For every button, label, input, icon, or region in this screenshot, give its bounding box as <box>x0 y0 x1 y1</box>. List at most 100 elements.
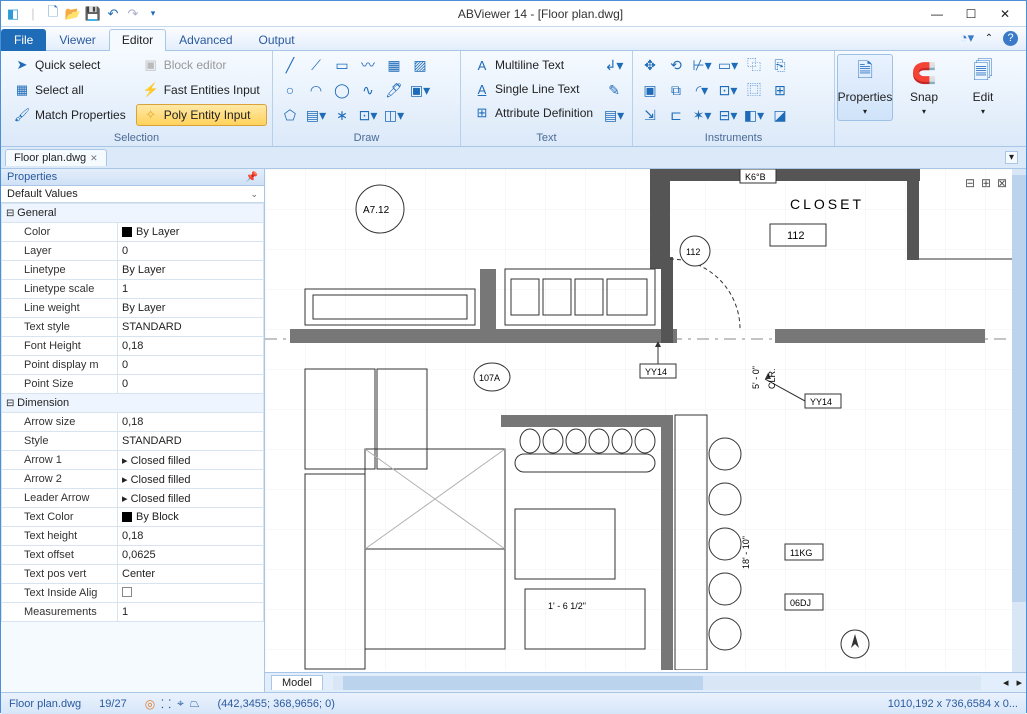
brush2-icon[interactable]: 🖊 <box>383 79 405 101</box>
vertical-scrollbar[interactable] <box>1012 169 1026 672</box>
scale-icon[interactable]: ▣ <box>639 79 661 101</box>
text-opts-icon[interactable]: ▤▾ <box>603 104 625 126</box>
menu-editor[interactable]: Editor <box>109 29 166 51</box>
circle-icon[interactable]: ○ <box>279 79 301 101</box>
prop-tia[interactable] <box>118 584 264 603</box>
qat-more-icon[interactable]: ▾ <box>145 6 161 22</box>
maximize-icon[interactable]: ☐ <box>954 1 988 27</box>
prop-meas[interactable]: 1 <box>118 603 264 622</box>
prop-pdisp[interactable]: 0 <box>118 356 264 375</box>
prop-tpv[interactable]: Center <box>118 565 264 584</box>
new-icon[interactable]: 🗋 <box>45 6 61 22</box>
quick-select-button[interactable]: ➤Quick select <box>7 54 133 76</box>
align-icon[interactable]: ⿴ <box>743 79 765 101</box>
prop-a2[interactable]: ▸ Closed filled <box>118 470 264 489</box>
misc10-icon[interactable]: ◪ <box>769 104 791 126</box>
trim-icon[interactable]: ⊬▾ <box>691 54 713 76</box>
help-icon[interactable]: ? <box>1003 31 1018 46</box>
open-icon[interactable]: 📂 <box>65 6 81 22</box>
redo-icon[interactable]: ↷ <box>125 6 141 22</box>
horizontal-scrollbar[interactable] <box>333 676 981 690</box>
pin-icon[interactable]: 📌 <box>246 172 258 183</box>
text-edit-icon[interactable]: ✎ <box>603 79 625 101</box>
zigzag-icon[interactable]: 〰 <box>357 54 379 76</box>
sb-icon-4[interactable]: ⏢ <box>190 696 200 711</box>
offset-icon[interactable]: ⊏ <box>665 104 687 126</box>
move-icon[interactable]: ✥ <box>639 54 661 76</box>
prop-color[interactable]: By Layer <box>118 223 264 242</box>
mirror-icon[interactable]: ⧉ <box>665 79 687 101</box>
cat-dimension[interactable]: Dimension <box>2 394 264 413</box>
prop-linetype[interactable]: By Layer <box>118 261 264 280</box>
rect-icon[interactable]: ▭ <box>331 54 353 76</box>
rotate-icon[interactable]: ⟲ <box>665 54 687 76</box>
single-text-button[interactable]: ASingle Line Text <box>467 78 600 100</box>
hatch-icon[interactable]: ▤▾ <box>305 104 327 126</box>
prop-to[interactable]: 0,0625 <box>118 546 264 565</box>
misc8-icon[interactable]: ⊟▾ <box>717 104 739 126</box>
ribbon-min-icon[interactable]: ⌃ <box>981 30 997 46</box>
menu-file[interactable]: File <box>1 29 46 51</box>
shape1-icon[interactable]: ▦ <box>383 54 405 76</box>
prop-asize[interactable]: 0,18 <box>118 413 264 432</box>
attr-def-button[interactable]: ⊞Attribute Definition <box>467 102 600 124</box>
mode-selector[interactable]: Default Values⌄ <box>1 186 264 203</box>
prop-tc[interactable]: By Block <box>118 508 264 527</box>
prop-la[interactable]: ▸ Closed filled <box>118 489 264 508</box>
explode-icon[interactable]: ✶▾ <box>691 104 713 126</box>
match-props-button[interactable]: 🖌Match Properties <box>7 104 133 126</box>
misc6-icon[interactable]: ⊞ <box>769 79 791 101</box>
undo-icon[interactable]: ↶ <box>105 6 121 22</box>
menu-output[interactable]: Output <box>246 29 308 51</box>
scroll-left-icon[interactable]: ◂ <box>999 676 1013 689</box>
save-icon[interactable]: 💾 <box>85 6 101 22</box>
misc3-icon[interactable]: ▭▾ <box>717 54 739 76</box>
prop-th[interactable]: 0,18 <box>118 527 264 546</box>
sb-icon-2[interactable]: ⸬ <box>161 695 171 712</box>
fillet-icon[interactable]: ◜▾ <box>691 79 713 101</box>
multiline-text-button[interactable]: AMultiline Text <box>467 54 600 76</box>
prop-tstyle[interactable]: STANDARD <box>118 318 264 337</box>
model-tab[interactable]: Model <box>271 675 323 690</box>
poly-entity-button[interactable]: ✧Poly Entity Input <box>136 104 267 126</box>
polyline-icon[interactable]: ⟋ <box>305 54 327 76</box>
block2-icon[interactable]: ▣▾ <box>409 79 431 101</box>
prop-ltscale[interactable]: 1 <box>118 280 264 299</box>
arc-icon[interactable]: ◠ <box>305 79 327 101</box>
menu-advanced[interactable]: Advanced <box>166 29 245 51</box>
cat-general[interactable]: General <box>2 204 264 223</box>
sb-icon-1[interactable]: ◎ <box>145 697 155 711</box>
edit-button[interactable]: 🗐Edit▾ <box>955 54 1011 121</box>
spline-icon[interactable]: ∿ <box>357 79 379 101</box>
misc5-icon[interactable]: ⊡▾ <box>717 79 739 101</box>
prop-layer[interactable]: 0 <box>118 242 264 261</box>
tab-close-icon[interactable]: ✕ <box>90 153 98 164</box>
style-icon[interactable]: ◔▾ <box>959 30 975 46</box>
prop-fheight[interactable]: 0,18 <box>118 337 264 356</box>
copy-icon[interactable]: ⿻ <box>743 54 765 76</box>
point-icon[interactable]: ∗ <box>331 104 353 126</box>
fast-entities-button[interactable]: ⚡Fast Entities Input <box>136 79 267 101</box>
misc9-icon[interactable]: ◧▾ <box>743 104 765 126</box>
misc2-icon[interactable]: ◫▾ <box>383 104 405 126</box>
close-icon[interactable]: ✕ <box>988 1 1022 27</box>
shape2-icon[interactable]: ▨ <box>409 54 431 76</box>
properties-panel-button[interactable]: 🗎Properties▾ <box>837 54 893 121</box>
misc1-icon[interactable]: ⊡▾ <box>357 104 379 126</box>
select-all-button[interactable]: ▦Select all <box>7 79 133 101</box>
drawing-canvas[interactable]: CLOSET 112 K6°B A7.12 107A 112 YY14 YY14… <box>265 169 1026 692</box>
document-tab[interactable]: Floor plan.dwg✕ <box>5 149 107 166</box>
polygon-icon[interactable]: ⬠ <box>279 104 301 126</box>
prop-a1[interactable]: ▸ Closed filled <box>118 451 264 470</box>
scroll-right-icon[interactable]: ▸ <box>1012 676 1026 689</box>
sb-icon-3[interactable]: ⌖ <box>177 696 184 711</box>
minimize-icon[interactable]: — <box>920 1 954 27</box>
ellipse-icon[interactable]: ◯ <box>331 79 353 101</box>
snap-button[interactable]: 🧲Snap▾ <box>896 54 952 121</box>
tabs-more-icon[interactable]: ▾ <box>1005 151 1018 164</box>
line-icon[interactable]: ╱ <box>279 54 301 76</box>
leader-icon[interactable]: ↲▾ <box>603 54 625 76</box>
menu-viewer[interactable]: Viewer <box>46 29 108 51</box>
stretch-icon[interactable]: ⇲ <box>639 104 661 126</box>
prop-style[interactable]: STANDARD <box>118 432 264 451</box>
